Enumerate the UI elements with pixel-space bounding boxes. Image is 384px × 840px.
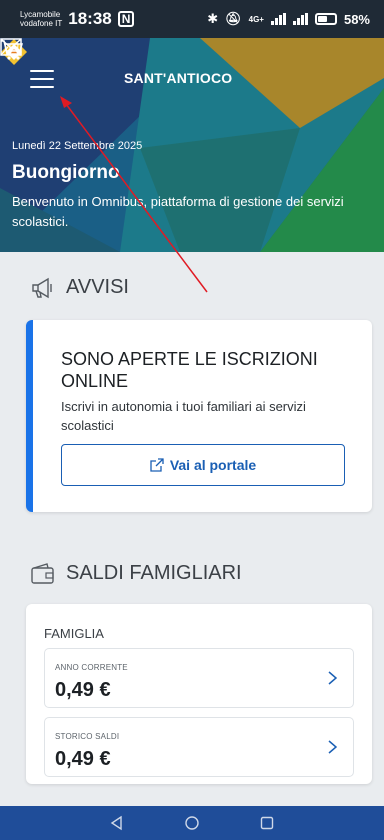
nfc-icon: N <box>117 11 135 27</box>
back-icon[interactable] <box>109 815 125 831</box>
home-icon[interactable] <box>184 815 200 831</box>
saldo-storico[interactable]: STORICO SALDI 0,49 € <box>44 717 354 777</box>
mute-icon: 🔕︎ <box>225 11 242 26</box>
notice-title: SONO APERTE LE ISCRIZIONI ONLINE <box>61 349 318 391</box>
wallet-icon <box>31 562 54 584</box>
saldo-label: STORICO SALDI <box>55 732 120 741</box>
external-link-icon <box>150 458 164 472</box>
avvisi-section-title: AVVISI <box>30 276 129 299</box>
saldo-anno-corrente[interactable]: ANNO CORRENTE 0,49 € <box>44 648 354 708</box>
chevron-right-icon <box>328 740 337 754</box>
carrier-secondary: vodafone IT <box>20 19 63 28</box>
hero-header: SANT'ANTIOCO Lunedì 22 Settembre 2025 Bu… <box>0 38 384 252</box>
signal-2-icon <box>292 13 308 25</box>
notice-card: SONO APERTE LE ISCRIZIONI ONLINE Iscrivi… <box>26 320 372 512</box>
battery-icon <box>314 13 337 25</box>
status-bar: Lycamobile vodafone IT 18:38 N ✱ 🔕︎ 4G+ … <box>0 0 384 38</box>
saldo-label: ANNO CORRENTE <box>55 663 128 672</box>
status-icons: ✱ 🔕︎ 4G+ 58% <box>207 11 370 27</box>
clock: 18:38 <box>68 9 112 28</box>
family-label: FAMIGLIA <box>44 626 104 641</box>
saldo-value: 0,49 € <box>55 679 111 701</box>
saldi-section-title: SALDI FAMIGLIARI <box>30 562 242 585</box>
current-date: Lunedì 22 Settembre 2025 <box>12 140 143 152</box>
system-navigation-bar <box>0 806 384 840</box>
battery-percent: 58% <box>343 11 370 27</box>
network-type: 4G+ <box>248 14 264 24</box>
welcome-text: Benvenuto in Omnibus, piattaforma di ges… <box>12 194 344 229</box>
carrier-info: Lycamobile vodafone IT <box>20 10 62 28</box>
saldi-title: SALDI FAMIGLIARI <box>66 562 242 584</box>
saldo-value: 0,49 € <box>55 748 111 770</box>
notice-text: Iscrivi in autonomia i tuoi familiari ai… <box>61 399 306 433</box>
signal-icon <box>270 13 286 25</box>
recents-icon[interactable] <box>259 815 275 831</box>
city-name: SANT'ANTIOCO <box>124 70 233 86</box>
greeting: Buongiorno <box>12 162 120 183</box>
chevron-right-icon <box>328 671 337 685</box>
carrier-primary: Lycamobile <box>20 10 61 19</box>
megaphone-icon <box>32 277 52 298</box>
portal-button-label: Vai al portale <box>169 457 257 473</box>
bluetooth-icon: ✱ <box>207 11 219 26</box>
avvisi-title: AVVISI <box>66 276 129 298</box>
menu-icon[interactable] <box>30 70 54 88</box>
cart-icon[interactable] <box>0 38 24 62</box>
family-card: FAMIGLIA ANNO CORRENTE 0,49 € STORICO SA… <box>26 604 372 784</box>
portal-button[interactable]: Vai al portale <box>61 444 345 486</box>
